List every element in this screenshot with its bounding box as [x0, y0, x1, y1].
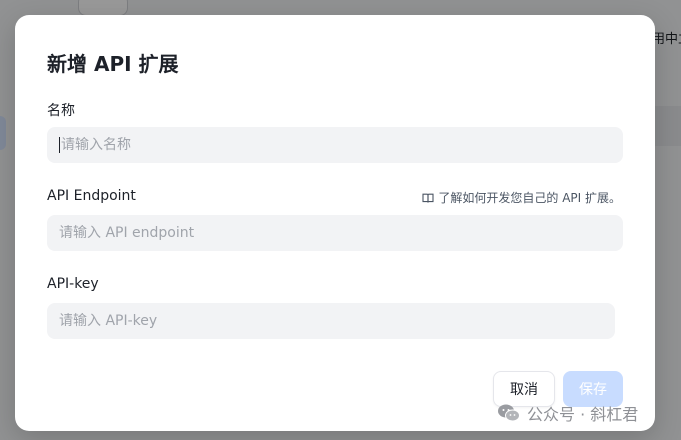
text-caret — [59, 137, 60, 153]
api-key-input[interactable] — [59, 313, 603, 329]
api-key-label: API-key — [47, 276, 99, 292]
api-extension-docs-link[interactable]: 了解如何开发您自己的 API 扩展。 — [422, 189, 621, 206]
api-endpoint-label: API Endpoint — [47, 188, 136, 204]
add-api-extension-dialog: 新增 API 扩展 名称 API Endpoint 了解如何开发您自己的 API… — [15, 15, 655, 431]
book-icon — [422, 193, 434, 203]
watermark: 公众号 · 斜杠君 — [497, 401, 638, 425]
wechat-icon — [498, 404, 520, 422]
name-label: 名称 — [47, 103, 75, 119]
name-input[interactable] — [61, 137, 611, 153]
api-key-field[interactable] — [47, 303, 615, 339]
docs-link-text[interactable]: 了解如何开发您自己的 API 扩展。 — [438, 189, 621, 206]
api-endpoint-input[interactable] — [59, 225, 611, 241]
api-endpoint-field[interactable] — [47, 215, 623, 251]
name-field[interactable] — [47, 127, 623, 163]
watermark-text: 公众号 · 斜杠君 — [527, 405, 639, 424]
dialog-title: 新增 API 扩展 — [47, 52, 179, 76]
